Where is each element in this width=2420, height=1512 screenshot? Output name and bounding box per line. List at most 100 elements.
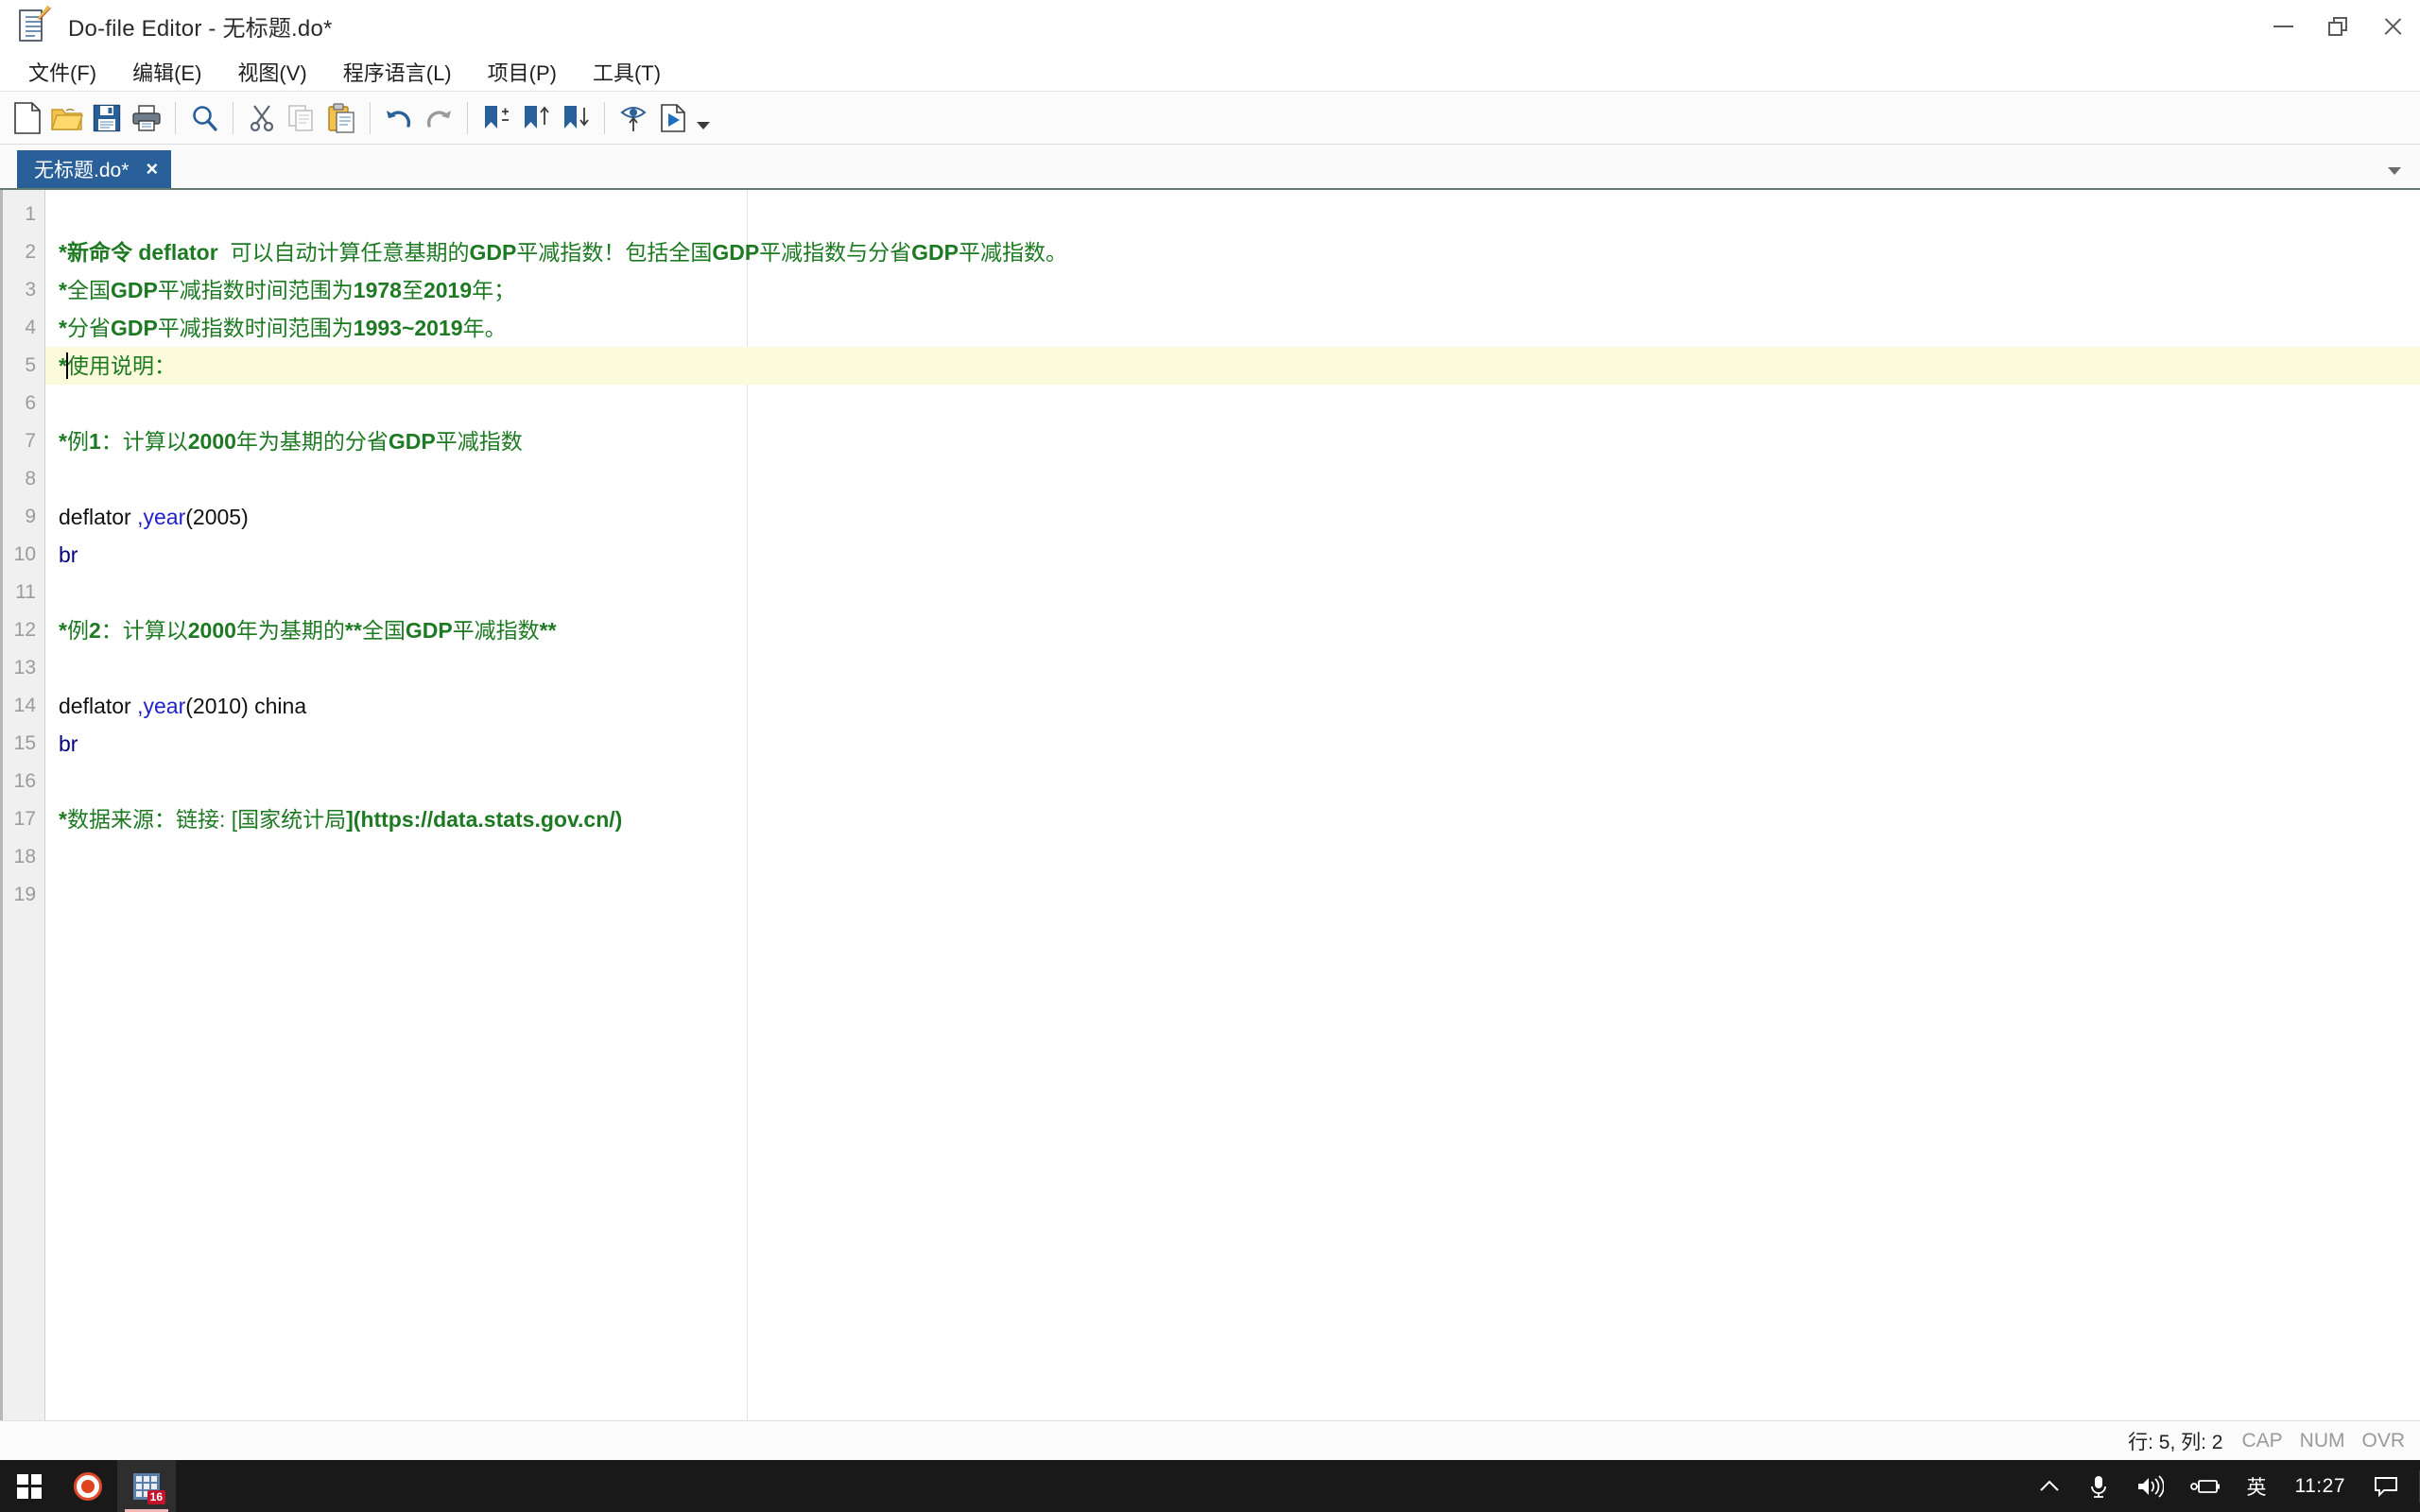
microphone-icon — [2090, 1475, 2106, 1498]
code-token: ：计算以 — [100, 618, 188, 643]
code-line[interactable]: *全国GDP平减指数时间范围为1978至2019年； — [45, 271, 2420, 309]
code-line[interactable]: deflator ,year(2005) — [45, 498, 2420, 536]
open-file-button[interactable] — [47, 97, 87, 139]
new-file-button[interactable] — [8, 97, 47, 139]
toolbar-overflow-button[interactable] — [693, 97, 714, 139]
code-token: GDP — [110, 316, 158, 340]
line-number: 6 — [25, 392, 36, 414]
line-number: 8 — [25, 468, 36, 490]
tab-untitled-do[interactable]: 无标题.do* × — [17, 150, 172, 188]
tray-battery-button[interactable] — [2177, 1460, 2234, 1512]
start-button[interactable] — [0, 1460, 59, 1512]
undo-button[interactable] — [379, 97, 419, 139]
restore-icon — [2328, 16, 2347, 36]
new-file-icon — [14, 101, 41, 134]
tray-notifications-button[interactable] — [2360, 1460, 2411, 1512]
code-token: 年为基期的分省 — [235, 429, 389, 454]
tray-volume-button[interactable] — [2122, 1460, 2177, 1512]
code-token: 可以自动计算任意基期的 — [230, 240, 470, 265]
code-token: 2000 — [187, 429, 236, 454]
code-token: 分省 — [66, 316, 111, 340]
code-token: GDP — [712, 240, 760, 265]
bookmark-prev-button[interactable] — [516, 97, 556, 139]
code-line[interactable] — [45, 649, 2420, 687]
code-token: (2010) china — [185, 694, 307, 718]
code-token: 平减指数时间范围为 — [157, 278, 354, 302]
paste-button[interactable] — [321, 97, 361, 139]
cut-button[interactable] — [242, 97, 282, 139]
restore-button[interactable] — [2310, 0, 2365, 52]
line-number: 7 — [25, 430, 36, 452]
code-line[interactable] — [45, 574, 2420, 611]
stata-app-icon — [74, 1471, 102, 1501]
print-button[interactable] — [127, 97, 166, 139]
code-line[interactable]: br — [45, 536, 2420, 574]
code-line[interactable]: *数据来源：链接: [国家统计局](https://data.stats.gov… — [45, 800, 2420, 838]
bookmark-next-button[interactable] — [556, 97, 596, 139]
menu-language[interactable]: 程序语言(L) — [328, 53, 467, 91]
line-number: 15 — [13, 732, 36, 754]
paste-icon — [328, 102, 354, 133]
code-token: 数据来源： — [66, 807, 176, 832]
code-line[interactable]: *例2：计算以2000年为基期的**全国GDP平减指数** — [45, 611, 2420, 649]
tab-list-button[interactable] — [2388, 167, 2401, 175]
run-button[interactable] — [653, 97, 693, 139]
close-button[interactable] — [2365, 0, 2420, 52]
code-line[interactable]: *分省GDP平减指数时间范围为1993~2019年。 — [45, 309, 2420, 347]
copy-button[interactable] — [282, 97, 321, 139]
code-line[interactable] — [45, 763, 2420, 800]
cursor-position-status: 行: 5, 列: 2 — [2128, 1431, 2223, 1453]
redo-button[interactable] — [419, 97, 458, 139]
tab-close-icon[interactable]: × — [146, 159, 158, 180]
run-icon — [661, 103, 685, 132]
editor-left-edge — [0, 190, 3, 1420]
code-line[interactable] — [45, 385, 2420, 422]
code-line[interactable] — [45, 838, 2420, 876]
preview-button[interactable] — [614, 97, 653, 139]
menu-view[interactable]: 视图(V) — [222, 53, 321, 91]
code-token: * — [59, 429, 67, 454]
code-token: * — [59, 278, 67, 302]
statusbar: 行: 5, 列: 2 CAP NUM OVR — [0, 1420, 2420, 1460]
code-token: 国家统计局 — [237, 807, 347, 832]
app-badge-count: 16 — [147, 1489, 165, 1504]
code-line[interactable] — [45, 460, 2420, 498]
menu-tools[interactable]: 工具(T) — [578, 53, 676, 91]
cut-icon — [250, 104, 274, 131]
taskbar-app-grid[interactable]: 16 — [117, 1460, 176, 1512]
menu-file[interactable]: 文件(F) — [13, 53, 112, 91]
line-number-gutter: 1 2 3 4 5 6 7 8 9 10 11 12 13 14 15 16 17 18 19 — [0, 190, 45, 1420]
code-line[interactable]: *新命令 deflator 可以自动计算任意基期的GDP平减指数！包括全国GDP… — [45, 233, 2420, 271]
bookmark-toggle-button[interactable] — [476, 97, 516, 139]
taskbar-app-stata[interactable] — [59, 1460, 117, 1512]
code-line[interactable] — [45, 196, 2420, 233]
save-icon — [93, 104, 121, 131]
tray-overflow-button[interactable] — [2024, 1460, 2075, 1512]
redo-icon — [426, 110, 451, 128]
code-line[interactable]: br — [45, 725, 2420, 763]
chevron-up-icon — [2039, 1480, 2059, 1491]
code-token: GDP — [911, 240, 959, 265]
code-content-area[interactable]: *新命令 deflator 可以自动计算任意基期的GDP平减指数！包括全国GDP… — [45, 190, 2420, 1420]
code-line[interactable]: *例1：计算以2000年为基期的分省GDP平减指数 — [45, 422, 2420, 460]
code-editor[interactable]: 1 2 3 4 5 6 7 8 9 10 11 12 13 14 15 16 17 18 19 *新命令 defla… — [0, 190, 2420, 1420]
line-number: 19 — [13, 884, 36, 905]
save-button[interactable] — [87, 97, 127, 139]
tray-clock[interactable]: 11:27 — [2280, 1475, 2361, 1498]
tray-ime-indicator[interactable]: 英 — [2234, 1460, 2280, 1512]
code-token: 全国 — [66, 278, 111, 302]
window-title: Do-file Editor - 无标题.do* — [68, 16, 333, 42]
minimize-button[interactable] — [2256, 0, 2310, 52]
line-number: 14 — [13, 695, 36, 716]
find-button[interactable] — [184, 97, 224, 139]
tray-microphone-button[interactable] — [2075, 1460, 2122, 1512]
do-file-editor-window: Do-file Editor - 无标题.do* 文件(F) 编辑(E) 视图(… — [0, 0, 2420, 1512]
code-line[interactable] — [45, 876, 2420, 914]
toolbar-divider — [175, 101, 176, 134]
code-token: GDP — [110, 278, 158, 302]
code-line[interactable]: *使用说明： — [45, 347, 2420, 385]
code-line[interactable]: deflator ,year(2010) china — [45, 687, 2420, 725]
line-number: 18 — [13, 846, 36, 868]
menu-edit[interactable]: 编辑(E) — [117, 53, 216, 91]
menu-project[interactable]: 项目(P) — [473, 53, 572, 91]
